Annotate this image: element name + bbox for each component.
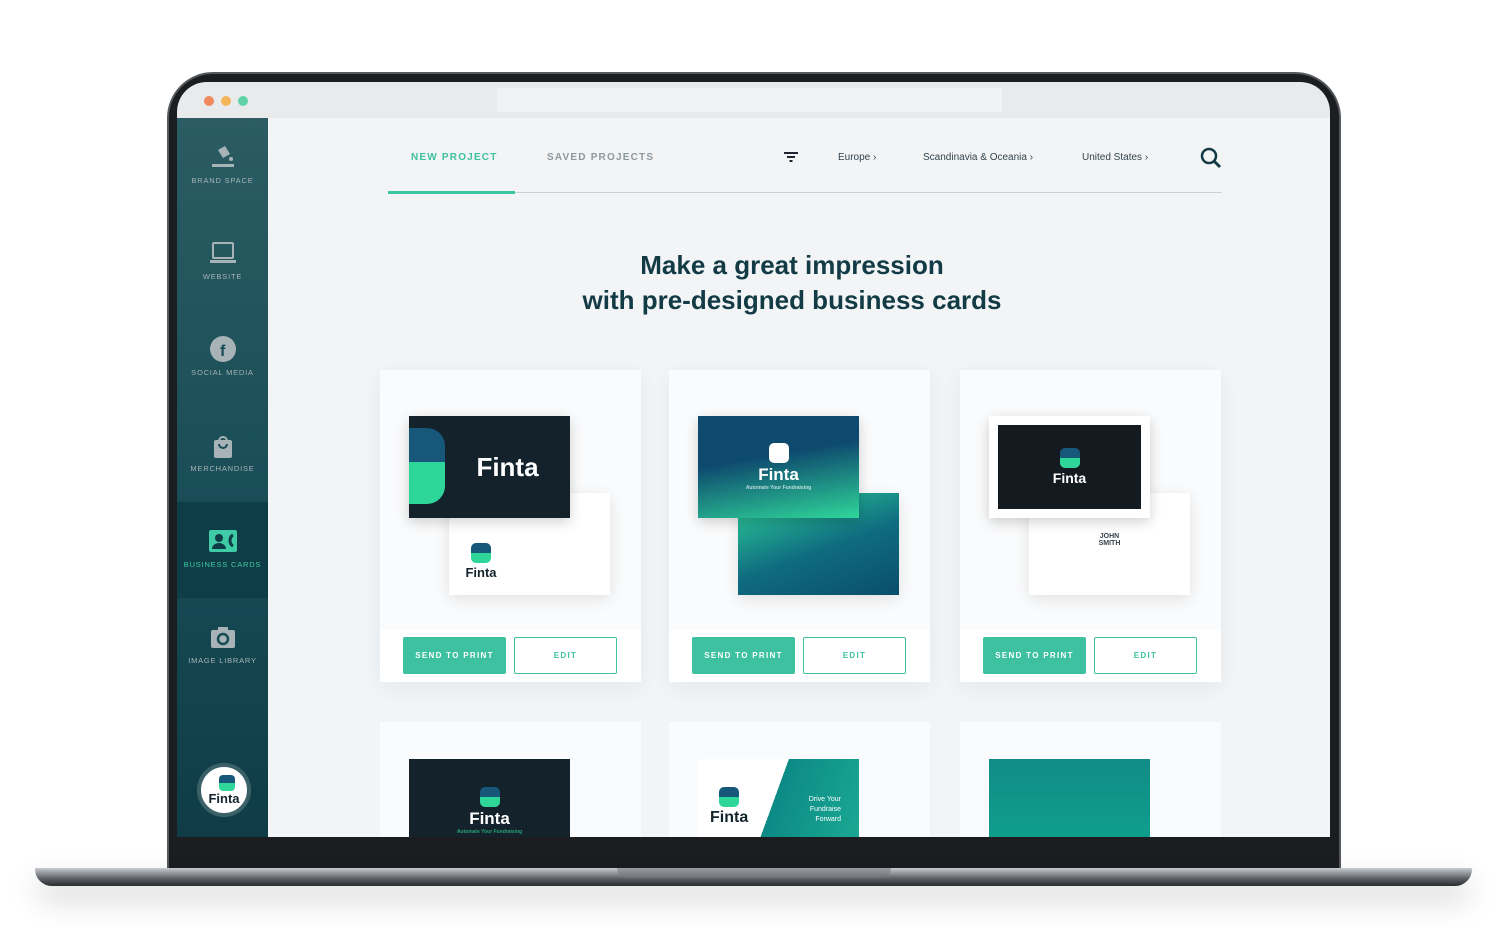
send-to-print-button[interactable]: SEND TO PRINT — [403, 637, 506, 674]
filter-label: United States — [1082, 152, 1143, 163]
brand-text: Finta — [469, 809, 510, 828]
page-title: Make a great impression with pre-designe… — [477, 248, 1107, 318]
minimize-dot[interactable] — [221, 96, 231, 106]
contact-card-icon — [208, 530, 237, 552]
sidebar: BRAND SPACE WEBSITE f SOCIAL MEDIA MERCH… — [177, 118, 268, 837]
finta-hex-icon — [471, 543, 491, 563]
slogan-line: Fundraise — [809, 806, 841, 813]
card-front-preview: Finta — [409, 416, 570, 518]
brand-text: Finta — [758, 465, 799, 484]
sidebar-item-image-library[interactable]: IMAGE LIBRARY — [177, 598, 268, 694]
filter-scandinavia-oceania[interactable]: Scandinavia & Oceania › — [923, 152, 1033, 163]
send-to-print-button[interactable]: SEND TO PRINT — [692, 637, 795, 674]
card-front-preview: Finta Automate Your Fundraising — [409, 759, 570, 837]
sidebar-item-label: BRAND SPACE — [191, 176, 254, 185]
project-tabs: NEW PROJECT SAVED PROJECTS Europe › Scan… — [388, 147, 1222, 194]
brand-text: Finta — [710, 809, 749, 826]
name-line-2: SMITH — [1098, 540, 1121, 547]
title-line-1: Make a great impression — [640, 250, 944, 280]
tab-new-project[interactable]: NEW PROJECT — [411, 152, 498, 163]
tagline-text: Automate Your Fundraising — [456, 829, 523, 835]
brand-text: Finta — [465, 565, 497, 580]
active-tab-indicator — [388, 191, 515, 194]
sidebar-item-website[interactable]: WEBSITE — [177, 214, 268, 310]
shopping-bag-icon — [213, 436, 232, 458]
logo-text: Finta — [208, 791, 240, 806]
filter-icon[interactable] — [784, 152, 798, 163]
sidebar-item-business-cards[interactable]: BUSINESS CARDS — [177, 502, 268, 598]
slogan-line: Drive Your — [808, 796, 841, 803]
finta-hex-icon — [1059, 448, 1080, 468]
sidebar-item-merchandise[interactable]: MERCHANDISE — [177, 406, 268, 502]
name-line-1: JOHN — [1099, 533, 1120, 540]
finta-hex-icon — [719, 787, 740, 807]
finta-hex-icon — [219, 775, 235, 791]
search-icon[interactable] — [1200, 147, 1222, 169]
sidebar-item-social-media[interactable]: f SOCIAL MEDIA — [177, 310, 268, 406]
template-card[interactable]: JOHN SMITH Finta SEND TO PRINT EDIT — [960, 370, 1221, 682]
template-card[interactable]: Finta Automate Your Fundraising SEND TO P… — [669, 370, 930, 682]
sidebar-item-brand-space[interactable]: BRAND SPACE — [177, 118, 268, 214]
template-card[interactable]: Finta Automate Your Fundraising — [380, 722, 641, 837]
card-front-preview: Finta — [989, 416, 1150, 518]
filter-united-states[interactable]: United States › — [1082, 152, 1148, 163]
card-front-preview: Finta Automate Your Fundraising — [698, 416, 859, 518]
finta-hex-icon — [479, 787, 500, 807]
template-card[interactable] — [960, 722, 1221, 837]
edit-button[interactable]: EDIT — [1094, 637, 1197, 674]
svg-text:f: f — [220, 343, 226, 360]
app-screen: BRAND SPACE WEBSITE f SOCIAL MEDIA MERCH… — [177, 118, 1330, 837]
template-card[interactable]: Finta Finta SEND TO PRINT EDIT — [380, 370, 641, 682]
tab-saved-projects[interactable]: SAVED PROJECTS — [547, 152, 654, 163]
sidebar-item-label: MERCHANDISE — [190, 464, 255, 473]
close-dot[interactable] — [204, 96, 214, 106]
paint-bucket-icon — [211, 146, 234, 167]
facebook-icon: f — [209, 336, 236, 362]
sidebar-item-label: BUSINESS CARDS — [183, 560, 262, 569]
card-front-preview — [989, 759, 1150, 837]
sidebar-item-label: SOCIAL MEDIA — [191, 368, 254, 377]
send-to-print-button[interactable]: SEND TO PRINT — [983, 637, 1086, 674]
maximize-dot[interactable] — [238, 96, 248, 106]
filter-label: Scandinavia & Oceania — [923, 152, 1027, 163]
address-bar[interactable] — [497, 88, 1002, 112]
filter-europe[interactable]: Europe › — [838, 152, 876, 163]
card-front-preview: Finta Drive Your Fundraise Forward — [698, 759, 859, 837]
laptop-notch — [617, 868, 891, 878]
edit-button[interactable]: EDIT — [514, 637, 617, 674]
sidebar-item-label: WEBSITE — [202, 272, 243, 281]
tagline-text: Automate Your Fundraising — [745, 485, 812, 491]
template-card[interactable]: Finta Drive Your Fundraise Forward — [669, 722, 930, 837]
edit-button[interactable]: EDIT — [803, 637, 906, 674]
slogan-line: Forward — [815, 816, 841, 823]
laptop-icon — [209, 242, 236, 263]
finta-hex-icon — [768, 443, 789, 463]
title-line-2: with pre-designed business cards — [582, 285, 1002, 315]
camera-icon — [210, 627, 235, 648]
laptop-mockup: BRAND SPACE WEBSITE f SOCIAL MEDIA MERCH… — [0, 0, 1500, 950]
finta-logo[interactable]: Finta — [197, 763, 251, 817]
sidebar-item-label: IMAGE LIBRARY — [188, 656, 257, 665]
filter-label: Europe — [838, 152, 871, 163]
brand-text: Finta — [1052, 470, 1087, 486]
slogan: Drive Your Fundraise Forward — [809, 795, 841, 825]
brand-text: Finta — [476, 451, 539, 482]
